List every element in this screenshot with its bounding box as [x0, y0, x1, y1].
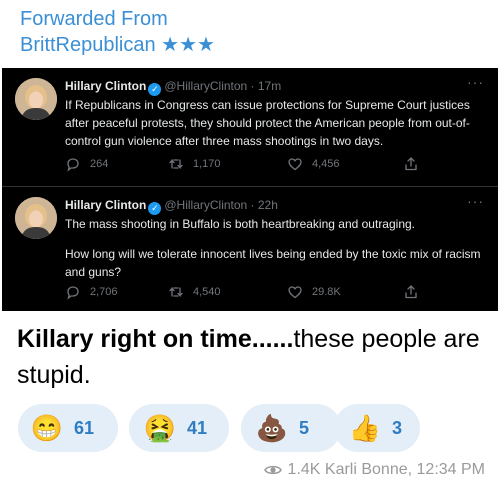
tweet-text: If Republicans in Congress can issue pro…	[65, 96, 485, 150]
reaction-vomiting-button[interactable]: 🤮 41	[129, 404, 229, 452]
reply-count: 2,706	[90, 286, 118, 298]
like-action: 4,456	[287, 156, 340, 172]
reply-icon	[67, 158, 79, 172]
tweet-2: Hillary Clinton ✓ @HillaryClinton · 22h ··…	[2, 187, 498, 311]
author-handle-time: @HillaryClinton · 17m	[164, 79, 282, 93]
pile-of-poo-icon: 💩	[255, 413, 289, 443]
share-action	[403, 156, 419, 172]
reply-action: 2,706	[65, 284, 118, 300]
message-caption: Killary right on time......these people …	[17, 321, 487, 393]
retweet-action: 1,170	[168, 156, 221, 172]
reaction-thumbs-up-button[interactable]: 👍 3	[334, 404, 420, 452]
retweet-icon	[169, 158, 183, 170]
reaction-count: 3	[392, 417, 403, 438]
reaction-count: 5	[299, 417, 310, 438]
like-action: 29.8K	[287, 284, 341, 300]
reaction-poo-button[interactable]: 💩 5	[241, 404, 341, 452]
retweet-icon	[169, 286, 183, 298]
avatar	[15, 78, 57, 120]
verified-badge-icon: ✓	[148, 202, 162, 215]
tweet-header: Hillary Clinton ✓ @HillaryClinton · 22h	[65, 197, 278, 215]
eye-icon	[263, 465, 282, 475]
tweet-1: Hillary Clinton ✓ @HillaryClinton · 17m ··…	[2, 68, 498, 187]
forwarded-label: Forwarded From	[20, 8, 168, 30]
caption-bold-text: Killary right on time......	[17, 325, 294, 353]
tweet-paragraph: How long will we tolerate innocent lives…	[65, 247, 481, 279]
reply-count: 264	[90, 158, 109, 170]
tweet-text: The mass shooting in Buffalo is both hea…	[65, 215, 485, 281]
verified-badge-icon: ✓	[148, 83, 162, 96]
tweet-screenshot-image[interactable]: Hillary Clinton ✓ @HillaryClinton · 17m ··…	[2, 68, 498, 311]
retweet-count: 1,170	[193, 158, 221, 170]
tweet-actions: 2,706 4,540 29.8K	[65, 284, 465, 302]
like-count: 4,456	[312, 158, 340, 170]
author-name: Hillary Clinton	[65, 79, 147, 93]
views-author-time: 1.4K Karli Bonne, 12:34 PM	[287, 461, 485, 478]
like-count: 29.8K	[312, 286, 341, 298]
share-action	[403, 284, 419, 300]
tweet-paragraph: The mass shooting in Buffalo is both hea…	[65, 217, 416, 231]
heart-icon	[288, 286, 302, 299]
heart-icon	[288, 158, 302, 171]
retweet-action: 4,540	[168, 284, 221, 300]
author-name: Hillary Clinton	[65, 198, 147, 212]
reaction-grinning-button[interactable]: 😁 61	[18, 404, 118, 452]
tweet-paragraph: If Republicans in Congress can issue pro…	[65, 98, 470, 148]
forwarded-source-link[interactable]: BrittRepublican ★★★	[20, 32, 215, 58]
reply-action: 264	[65, 156, 108, 172]
reaction-count: 61	[74, 417, 95, 438]
reaction-count: 41	[187, 417, 208, 438]
forwarded-header: Forwarded From BrittRepublican ★★★	[20, 6, 215, 58]
message-footer: 1.4K Karli Bonne, 12:34 PM	[263, 459, 485, 481]
avatar-portrait-icon	[15, 197, 57, 239]
vomiting-face-icon: 🤮	[143, 413, 177, 443]
tweet-actions: 264 1,170 4,456	[65, 156, 465, 174]
tweet-header: Hillary Clinton ✓ @HillaryClinton · 17m	[65, 78, 281, 96]
grinning-face-icon: 😁	[30, 413, 64, 443]
retweet-count: 4,540	[193, 286, 221, 298]
share-icon	[405, 285, 417, 299]
share-icon	[405, 157, 417, 171]
reply-icon	[67, 286, 79, 300]
avatar	[15, 197, 57, 239]
avatar-portrait-icon	[15, 78, 57, 120]
more-icon: ···	[467, 193, 484, 209]
author-handle-time: @HillaryClinton · 22h	[164, 198, 278, 212]
thumbs-up-icon: 👍	[348, 413, 382, 443]
more-icon: ···	[467, 74, 484, 90]
